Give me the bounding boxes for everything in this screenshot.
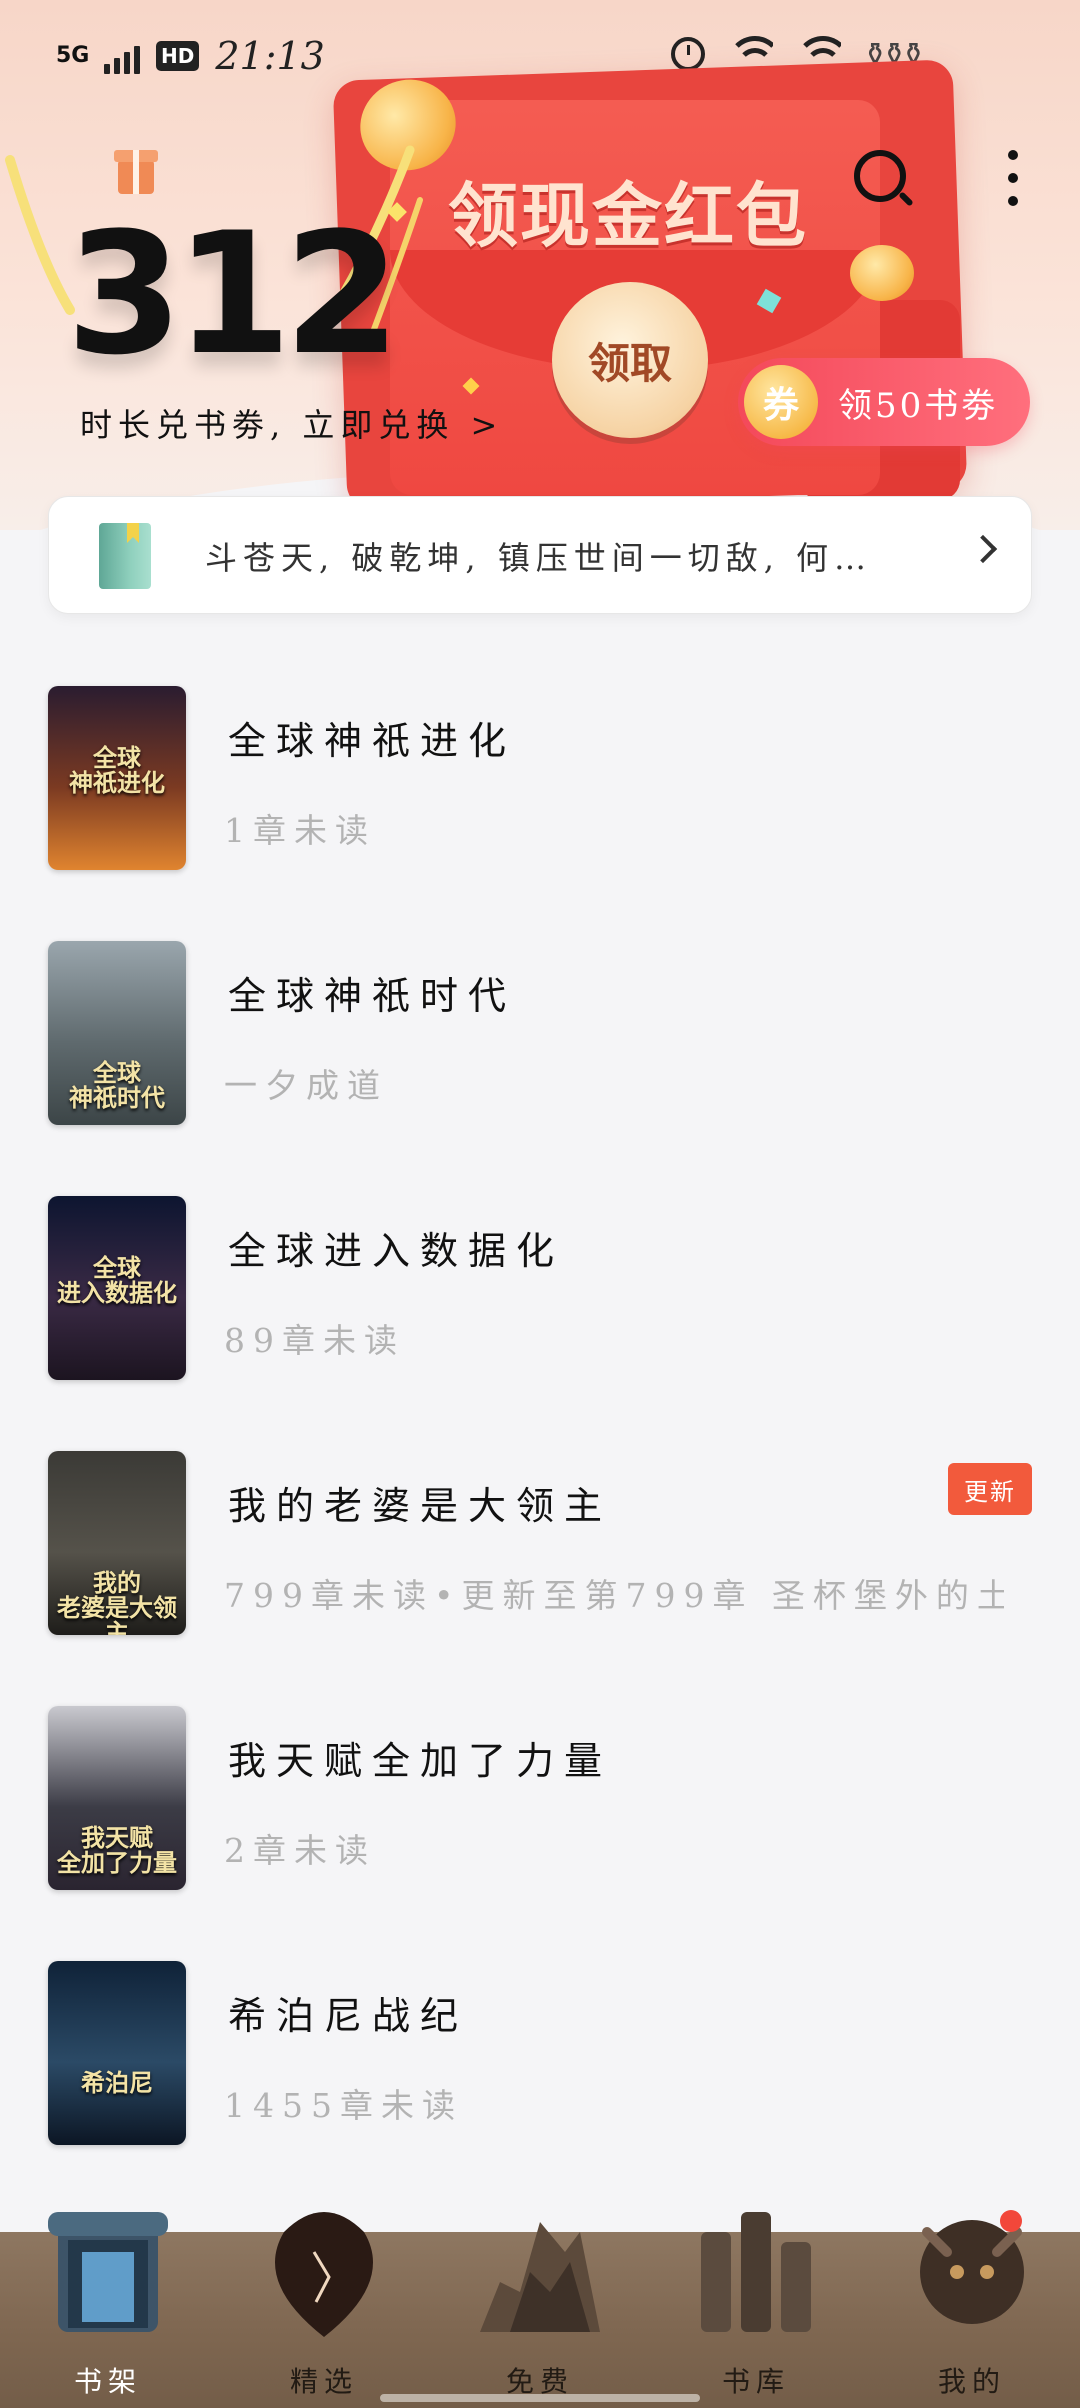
book-icon	[99, 523, 151, 589]
nav-item-featured[interactable]: 精选	[216, 2212, 432, 2408]
nav-label: 我的	[937, 2365, 1006, 2398]
book-progress: 一夕成道	[224, 1066, 388, 1105]
book-title: 希泊尼战纪	[228, 1994, 469, 2038]
more-options-icon[interactable]	[1006, 150, 1020, 206]
bookshelf-tab-icon	[48, 2212, 168, 2332]
cover-title: 全球 神祇时代	[69, 1059, 165, 1113]
network-type: 5G	[56, 43, 90, 68]
cover-title: 全球 神祇进化	[69, 744, 165, 798]
book-item[interactable]: 全球 神祇时代 全球神祇时代 一夕成道	[0, 941, 1080, 1196]
search-icon[interactable]	[854, 150, 906, 202]
nav-item-free[interactable]: 免费	[432, 2222, 648, 2408]
signal-icon	[104, 38, 140, 74]
coupon-icon: 券	[744, 365, 818, 439]
coupon-label: 领50书劵	[838, 385, 999, 426]
reading-time-number: 312	[66, 196, 401, 392]
nav-item-mine[interactable]: 我的	[864, 2220, 1080, 2408]
banner-title: 领现金红包	[448, 175, 808, 257]
nav-item-library[interactable]: 书库	[648, 2212, 864, 2408]
notification-dot	[1000, 2210, 1022, 2232]
alarm-icon	[670, 37, 705, 71]
bottom-navigation: 书架 精选 免费 书库 我的	[0, 2212, 1080, 2408]
gift-icon[interactable]	[114, 150, 158, 194]
book-item[interactable]: 我天赋 全加了力量 我天赋全加了力量 2章未读	[0, 1706, 1080, 1961]
book-item[interactable]: 全球 神祇进化 全球神祇进化 1章未读	[0, 686, 1080, 941]
book-progress: 799章未读•更新至第799章 圣杯堡外的土…	[224, 1576, 1004, 1615]
book-progress: 1455章未读	[224, 2086, 463, 2125]
profile-tab-icon	[920, 2220, 1024, 2324]
book-cover: 我的 老婆是大领主	[48, 1451, 186, 1635]
book-item[interactable]: 希泊尼 希泊尼战纪 1455章未读	[0, 1961, 1080, 2216]
cover-title: 全球 进入数据化	[57, 1254, 177, 1308]
nav-item-bookshelf[interactable]: 书架	[0, 2212, 216, 2408]
book-item[interactable]: 全球 进入数据化 全球进入数据化 89章未读	[0, 1196, 1080, 1451]
home-indicator[interactable]	[380, 2394, 700, 2402]
clock: 21:13	[215, 34, 325, 78]
exchange-coupon-link[interactable]: 时长兑书劵, 立即兑换 >	[80, 400, 503, 446]
update-badge: 更新	[948, 1463, 1032, 1515]
book-progress: 2章未读	[224, 1831, 376, 1870]
library-tab-icon	[701, 2212, 811, 2332]
featured-tab-icon	[275, 2212, 373, 2337]
status-left: 5G HD 21:13	[56, 34, 325, 78]
nav-label: 书架	[73, 2365, 142, 2398]
free-tab-icon	[480, 2222, 600, 2332]
book-title: 我天赋全加了力量	[228, 1739, 613, 1783]
book-cover: 全球 神祇时代	[48, 941, 186, 1125]
book-title: 我的老婆是大领主	[228, 1484, 613, 1528]
book-cover: 全球 神祇进化	[48, 686, 186, 870]
bookshelf-list: 全球 神祇进化 全球神祇进化 1章未读 全球 神祇时代 全球神祇时代 一夕成道 …	[0, 686, 1080, 2216]
book-title: 全球神祇进化	[228, 719, 517, 763]
cover-title: 我天赋 全加了力量	[57, 1824, 177, 1878]
book-progress: 1章未读	[224, 811, 376, 850]
cover-title: 希泊尼	[81, 2069, 153, 2097]
book-progress: 89章未读	[224, 1321, 405, 1360]
gold-coin-icon-small	[850, 245, 914, 301]
book-title: 全球进入数据化	[228, 1229, 565, 1273]
notice-text: 斗苍天, 破乾坤, 镇压世间一切敌, 何…	[205, 539, 873, 577]
coupon-button[interactable]: 券 领50书劵	[738, 358, 1030, 446]
book-cover: 希泊尼	[48, 1961, 186, 2145]
notice-bar[interactable]: 斗苍天, 破乾坤, 镇压世间一切敌, 何…	[48, 496, 1032, 614]
hd-badge: HD	[156, 41, 200, 71]
book-title: 全球神祇时代	[228, 974, 517, 1018]
book-cover: 我天赋 全加了力量	[48, 1706, 186, 1890]
book-item[interactable]: 我的 老婆是大领主 我的老婆是大领主 更新 799章未读•更新至第799章 圣杯…	[0, 1451, 1080, 1706]
claim-button[interactable]: 领取	[552, 282, 708, 438]
book-cover: 全球 进入数据化	[48, 1196, 186, 1380]
cover-title: 我的 老婆是大领主	[57, 1569, 177, 1635]
